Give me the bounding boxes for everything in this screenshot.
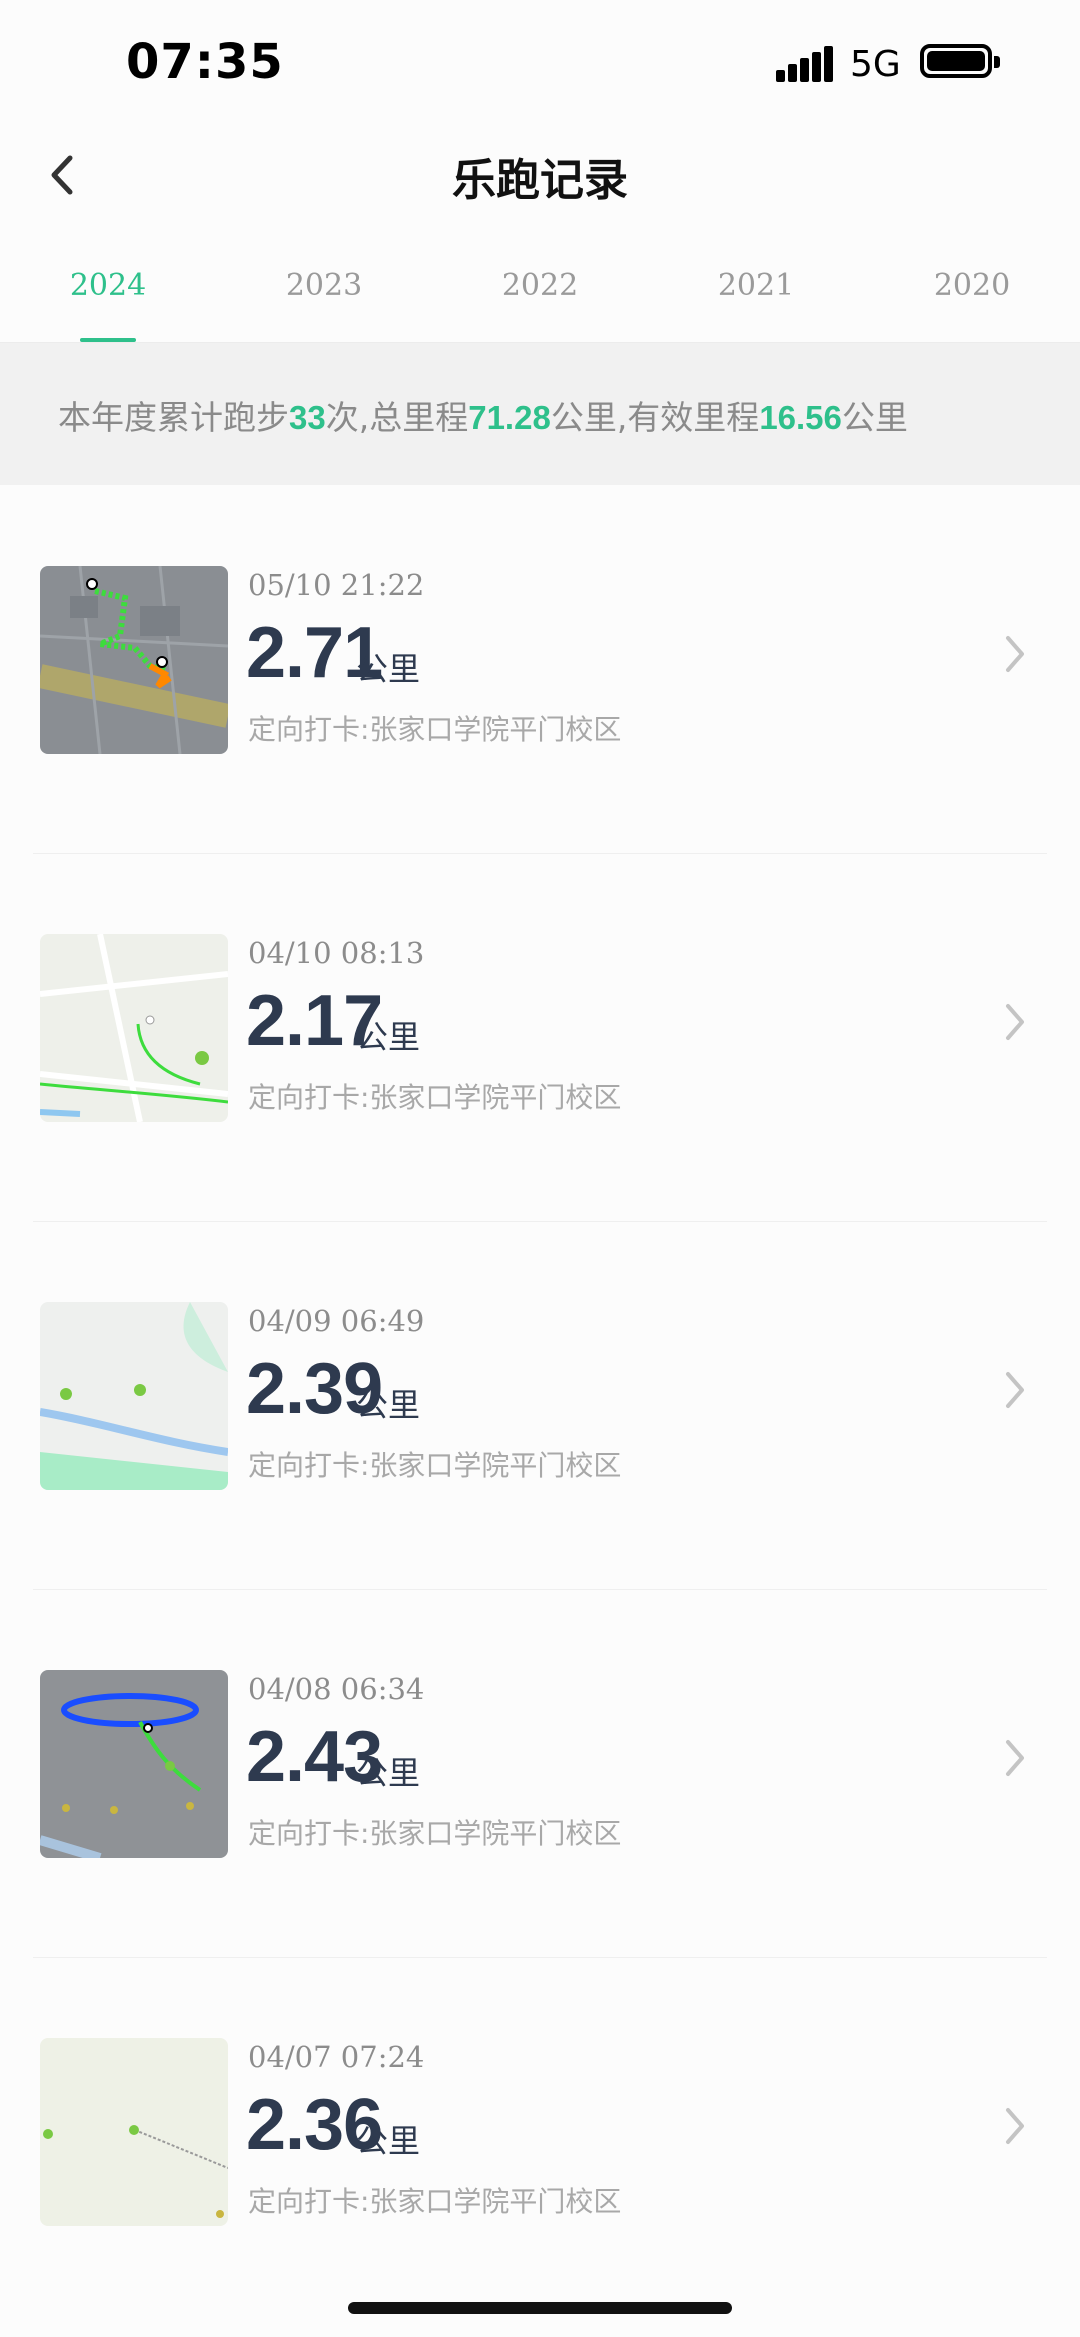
summary-prefix: 本年度累计跑步 (58, 398, 289, 437)
status-time: 07:35 (126, 34, 284, 90)
map-thumbnail (40, 566, 228, 754)
map-thumbnail-dark-route (40, 566, 228, 754)
chevron-right-icon (1006, 1004, 1024, 1040)
summary-count-suffix: 次,总里程 (325, 398, 469, 437)
year-tabs: 2024 2023 2022 2021 2020 (0, 250, 1080, 343)
map-thumbnail (40, 1670, 228, 1858)
run-record[interactable]: 04/10 08:13 2.17 公里 定向打卡:张家口学院平门校区 (0, 854, 1080, 1222)
record-unit: 公里 (356, 1754, 421, 1792)
run-record[interactable]: 04/09 06:49 2.39 公里 定向打卡:张家口学院平门校区 (0, 1222, 1080, 1590)
tab-2020[interactable]: 2020 (892, 268, 1052, 303)
record-unit: 公里 (356, 1018, 421, 1056)
record-location: 定向打卡:张家口学院平门校区 (248, 2185, 622, 2218)
chevron-right-icon (1006, 2108, 1024, 2144)
record-date: 04/10 08:13 (248, 936, 425, 970)
record-location: 定向打卡:张家口学院平门校区 (248, 1081, 622, 1114)
tab-2021[interactable]: 2021 (676, 268, 836, 303)
map-thumbnail (40, 934, 228, 1122)
map-thumbnail-loop-route (40, 1670, 228, 1858)
home-indicator[interactable] (348, 2302, 732, 2314)
map-thumbnail-river (40, 1302, 228, 1490)
record-date: 04/07 07:24 (248, 2040, 425, 2074)
map-thumbnail (40, 1302, 228, 1490)
year-summary: 本年度累计跑步33次,总里程71.28公里,有效里程16.56公里 (0, 343, 1080, 485)
tab-indicator (80, 338, 136, 342)
record-unit: 公里 (356, 1386, 421, 1424)
tab-2024[interactable]: 2024 (28, 268, 188, 303)
map-thumbnail (40, 2038, 228, 2226)
record-unit: 公里 (356, 2122, 421, 2160)
tab-2022[interactable]: 2022 (460, 268, 620, 303)
network-type: 5G (850, 44, 901, 85)
tab-2023[interactable]: 2023 (244, 268, 404, 303)
battery-icon (920, 44, 1000, 78)
summary-text: 本年度累计跑步33次,总里程71.28公里,有效里程16.56公里 (58, 391, 908, 439)
run-record[interactable]: 04/08 06:34 2.43 公里 定向打卡:张家口学院平门校区 (0, 1590, 1080, 1958)
summary-valid-suffix: 公里 (841, 398, 908, 437)
map-thumbnail-light-route (40, 934, 228, 1122)
chevron-right-icon (1006, 636, 1024, 672)
valid-distance: 16.56 (759, 399, 842, 436)
record-unit: 公里 (356, 650, 421, 688)
signal-icon (776, 46, 836, 82)
record-location: 定向打卡:张家口学院平门校区 (248, 713, 622, 746)
total-distance: 71.28 (468, 399, 551, 436)
status-bar: 07:35 5G (0, 0, 1080, 120)
chevron-right-icon (1006, 1740, 1024, 1776)
summary-total-suffix: 公里,有效里程 (550, 398, 760, 437)
record-date: 04/08 06:34 (248, 1672, 425, 1706)
chevron-right-icon (1006, 1372, 1024, 1408)
record-date: 05/10 21:22 (248, 568, 425, 602)
record-location: 定向打卡:张家口学院平门校区 (248, 1817, 622, 1850)
nav-bar: 乐跑记录 (0, 120, 1080, 230)
map-thumbnail-plain (40, 2038, 228, 2226)
run-record[interactable]: 04/07 07:24 2.36 公里 定向打卡:张家口学院平门校区 (0, 1958, 1080, 2326)
record-location: 定向打卡:张家口学院平门校区 (248, 1449, 622, 1482)
run-count: 33 (289, 399, 326, 436)
run-record[interactable]: 05/10 21:22 2.71 公里 定向打卡:张家口学院平门校区 (0, 486, 1080, 854)
page-title: 乐跑记录 (452, 155, 628, 206)
record-date: 04/09 06:49 (248, 1304, 425, 1338)
